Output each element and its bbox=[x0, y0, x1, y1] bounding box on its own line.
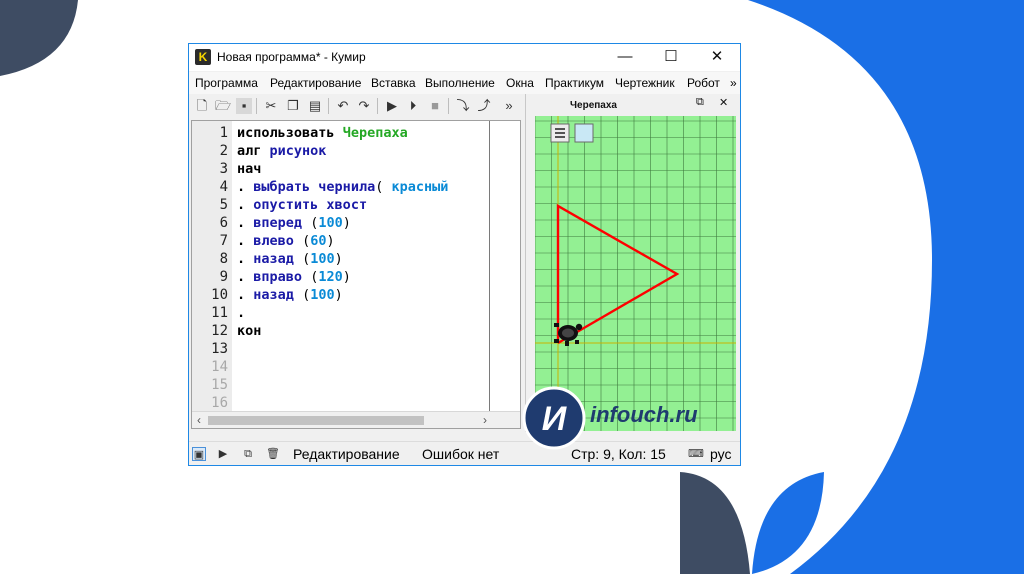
keyboard-language[interactable]: рус bbox=[710, 446, 731, 462]
code-line: . влево (60) bbox=[237, 233, 335, 249]
copy-icon[interactable]: ❐ bbox=[285, 98, 301, 114]
step-into-icon[interactable]: ⤵ bbox=[455, 98, 471, 114]
line-number: 6 bbox=[219, 215, 228, 231]
step-out-icon[interactable]: ⤴ bbox=[476, 98, 492, 114]
menu-windows[interactable]: Окна bbox=[506, 76, 534, 90]
menu-bar: Программа Редактирование Вставка Выполне… bbox=[189, 72, 740, 94]
new-file-icon[interactable]: 🗋 bbox=[194, 98, 210, 114]
status-bar: ▣ ▶ ⧉ 🗑 Редактирование Ошибок нет Стр: 9… bbox=[189, 441, 740, 465]
line-number: 10 bbox=[211, 287, 228, 303]
close-button[interactable]: ✕ bbox=[694, 44, 740, 71]
code-line: нач bbox=[237, 161, 262, 177]
save-icon[interactable]: ▪ bbox=[236, 98, 252, 114]
code-line: кон bbox=[237, 323, 262, 339]
stop-icon[interactable]: ■ bbox=[427, 98, 443, 114]
menu-icon bbox=[550, 123, 570, 143]
window-title: Новая программа* - Кумир bbox=[217, 50, 366, 64]
menu-edit[interactable]: Редактирование bbox=[270, 76, 361, 90]
code-line: . назад (100) bbox=[237, 251, 343, 267]
line-number: 13 bbox=[211, 341, 228, 357]
infouch-logo-text: infouch.ru bbox=[590, 402, 698, 427]
corner-decoration-top-left bbox=[0, 0, 78, 76]
code-line: . опустить хвост bbox=[237, 197, 368, 213]
title-bar: K Новая программа* - Кумир — ☐ ✕ bbox=[189, 44, 740, 71]
line-number: 5 bbox=[219, 197, 228, 213]
open-folder-icon[interactable]: 🗁 bbox=[215, 98, 231, 114]
undo-icon[interactable]: ↶ bbox=[335, 98, 351, 114]
keyboard-icon: ⌨ bbox=[688, 448, 704, 460]
line-number: 15 bbox=[211, 377, 228, 393]
code-line: . выбрать чернила( красный bbox=[237, 179, 449, 195]
toolbar-overflow[interactable]: » bbox=[501, 98, 517, 114]
code-line: . вперед (100) bbox=[237, 215, 351, 231]
code-line: алг рисунок bbox=[237, 143, 327, 159]
menu-insert[interactable]: Вставка bbox=[371, 76, 416, 90]
line-number: 9 bbox=[219, 269, 228, 285]
code-line: . вправо (120) bbox=[237, 269, 351, 285]
svg-text:И: И bbox=[542, 400, 568, 438]
turtle-panel: Черепаха ⧉ ✕ bbox=[525, 94, 739, 432]
mode-label: Редактирование bbox=[293, 446, 400, 462]
menu-run[interactable]: Выполнение bbox=[425, 76, 495, 90]
code-line: . назад (100) bbox=[237, 287, 343, 303]
menu-robot[interactable]: Робот bbox=[687, 76, 720, 90]
scrollbar-thumb[interactable] bbox=[208, 416, 424, 425]
line-number: 14 bbox=[211, 359, 228, 375]
toolbar: 🗋 🗁 ▪ ✂ ❐ ▤ ↶ ↷ ▶ ⏵ ■ ⤵ ⤴ » bbox=[189, 94, 524, 119]
scroll-left-arrow[interactable]: ‹ bbox=[192, 413, 206, 427]
line-number: 7 bbox=[219, 233, 228, 249]
color-swatch bbox=[574, 123, 594, 143]
line-number: 12 bbox=[211, 323, 228, 339]
scroll-right-arrow[interactable]: › bbox=[478, 413, 492, 427]
horizontal-scrollbar[interactable]: ‹ › bbox=[192, 411, 520, 428]
line-number: 4 bbox=[219, 179, 228, 195]
menu-draftsman[interactable]: Чертежник bbox=[615, 76, 675, 90]
minimize-button[interactable]: — bbox=[602, 44, 648, 71]
maximize-button[interactable]: ☐ bbox=[648, 44, 694, 71]
leaf-decoration bbox=[680, 472, 824, 574]
turtle-panel-close-button[interactable]: ✕ bbox=[719, 96, 728, 109]
menu-program[interactable]: Программа bbox=[195, 76, 258, 90]
console-icon[interactable]: ▣ bbox=[192, 447, 206, 461]
turtle-canvas bbox=[535, 116, 736, 431]
code-editor[interactable]: 1 2 3 4 5 6 7 8 9 10 11 12 13 14 15 16 и… bbox=[191, 120, 521, 429]
cut-icon[interactable]: ✂ bbox=[263, 98, 279, 114]
redo-icon[interactable]: ↷ bbox=[356, 98, 372, 114]
infouch-logo: И bbox=[522, 386, 586, 450]
errors-label: Ошибок нет bbox=[422, 446, 500, 462]
code-line: использовать Черепаха bbox=[237, 125, 408, 141]
menu-practicum[interactable]: Практикум bbox=[545, 76, 604, 90]
copy-output-icon[interactable]: ⧉ bbox=[241, 447, 255, 461]
code-line: . bbox=[237, 305, 246, 321]
run-icon[interactable]: ▶ bbox=[384, 98, 400, 114]
line-number: 16 bbox=[211, 395, 228, 411]
turtle-panel-title: Черепаха bbox=[570, 100, 617, 111]
line-number-gutter: 1 2 3 4 5 6 7 8 9 10 11 12 13 14 15 16 bbox=[192, 121, 232, 428]
line-number: 1 bbox=[219, 125, 228, 141]
output-icon[interactable]: ▶ bbox=[216, 447, 230, 461]
trash-icon[interactable]: 🗑 bbox=[266, 447, 280, 461]
undock-icon[interactable]: ⧉ bbox=[696, 96, 704, 109]
line-number: 8 bbox=[219, 251, 228, 267]
line-number: 2 bbox=[219, 143, 228, 159]
paste-icon[interactable]: ▤ bbox=[307, 98, 323, 114]
kumir-app-icon: K bbox=[195, 49, 211, 65]
menu-overflow[interactable]: » bbox=[730, 76, 737, 90]
line-number: 11 bbox=[211, 305, 228, 321]
step-run-icon[interactable]: ⏵ bbox=[405, 98, 421, 114]
presentation-slide: K Новая программа* - Кумир — ☐ ✕ Програм… bbox=[0, 0, 1024, 574]
line-number: 3 bbox=[219, 161, 228, 177]
editor-margin-line bbox=[489, 121, 490, 411]
